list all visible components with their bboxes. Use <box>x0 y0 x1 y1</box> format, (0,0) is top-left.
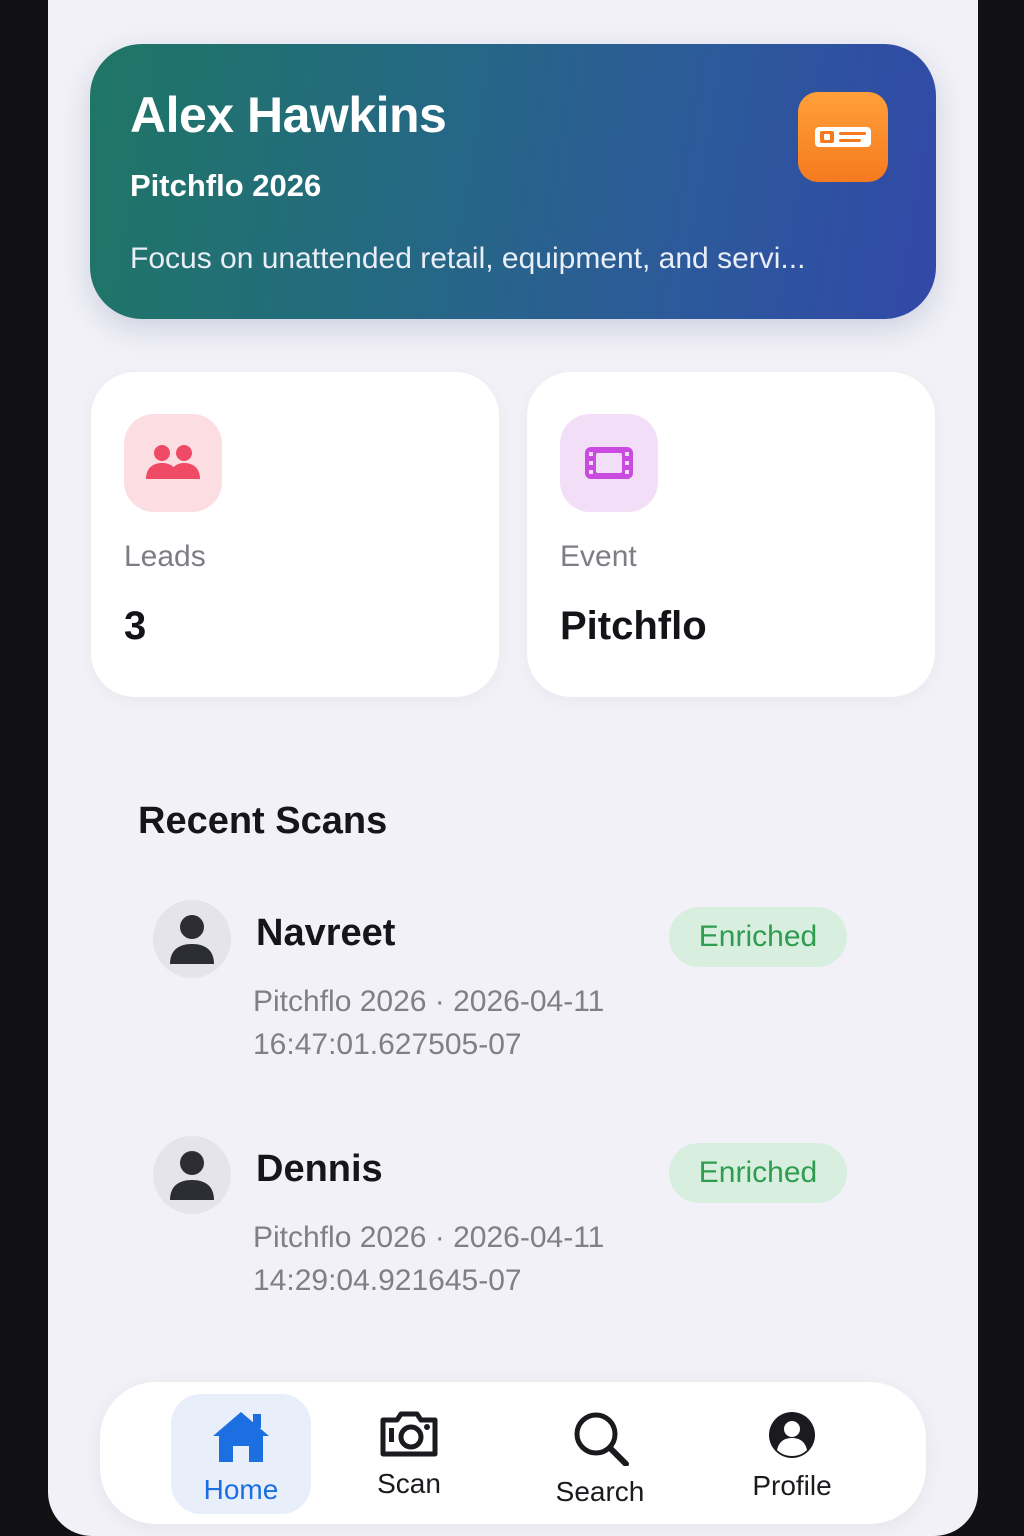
camera-icon <box>380 1411 438 1457</box>
event-stat-card[interactable]: Event Pitchflo <box>527 372 935 697</box>
status-badge: Enriched <box>669 1143 847 1203</box>
search-icon <box>574 1412 629 1466</box>
event-icon-tile <box>560 414 658 512</box>
avatar <box>153 1136 231 1214</box>
id-card-icon <box>815 127 871 147</box>
avatar <box>153 900 231 978</box>
ticket-icon <box>585 447 633 479</box>
status-badge: Enriched <box>669 907 847 967</box>
tab-home-label: Home <box>203 1474 279 1505</box>
leads-icon-tile <box>124 414 222 512</box>
event-name: Pitchflo 2026 <box>130 168 322 203</box>
event-label: Event <box>560 540 637 573</box>
recent-scans-title: Recent Scans <box>138 800 388 842</box>
scan-name: Navreet <box>256 912 396 954</box>
scan-meta-time: 14:29:04.921645-07 <box>253 1264 522 1297</box>
user-name: Alex Hawkins <box>130 87 447 143</box>
scan-meta-time: 16:47:01.627505-07 <box>253 1028 522 1061</box>
id-card-button[interactable] <box>798 92 888 182</box>
tab-search-label: Search <box>555 1476 645 1507</box>
tab-profile-label: Profile <box>752 1470 832 1501</box>
scan-list-item[interactable]: Navreet Pitchflo 2026 · 2026-04-11 16:47… <box>153 900 853 1080</box>
app-screen: Alex Hawkins Pitchflo 2026 Focus on unat… <box>48 0 978 1536</box>
scan-meta: Pitchflo 2026 · 2026-04-11 14:29:04.9216… <box>253 1216 693 1302</box>
scan-list-item[interactable]: Dennis Pitchflo 2026 · 2026-04-11 14:29:… <box>153 1136 853 1316</box>
profile-icon <box>769 1412 815 1458</box>
phone-frame: Alex Hawkins Pitchflo 2026 Focus on unat… <box>0 0 1024 1536</box>
person-icon <box>170 1151 214 1200</box>
scan-meta-event-date: Pitchflo 2026 · 2026-04-11 <box>253 985 605 1018</box>
event-value: Pitchflo <box>560 604 707 648</box>
scan-meta: Pitchflo 2026 · 2026-04-11 16:47:01.6275… <box>253 980 693 1066</box>
home-icon <box>213 1412 269 1462</box>
event-description: Focus on unattended retail, equipment, a… <box>130 242 806 275</box>
tab-profile[interactable]: Profile <box>722 1394 862 1514</box>
tab-search[interactable]: Search <box>530 1394 670 1514</box>
leads-stat-card[interactable]: Leads 3 <box>91 372 499 697</box>
profile-hero-card[interactable]: Alex Hawkins Pitchflo 2026 Focus on unat… <box>90 44 936 319</box>
tab-bar: Home Scan Search Profile <box>100 1382 926 1524</box>
scan-name: Dennis <box>256 1148 383 1190</box>
person-icon <box>170 915 214 964</box>
scan-meta-event-date: Pitchflo 2026 · 2026-04-11 <box>253 1221 605 1254</box>
people-icon <box>146 445 200 479</box>
tab-scan[interactable]: Scan <box>339 1394 479 1514</box>
leads-count: 3 <box>124 604 147 648</box>
tab-scan-label: Scan <box>377 1468 441 1499</box>
tab-home[interactable]: Home <box>171 1394 311 1514</box>
leads-label: Leads <box>124 540 206 573</box>
